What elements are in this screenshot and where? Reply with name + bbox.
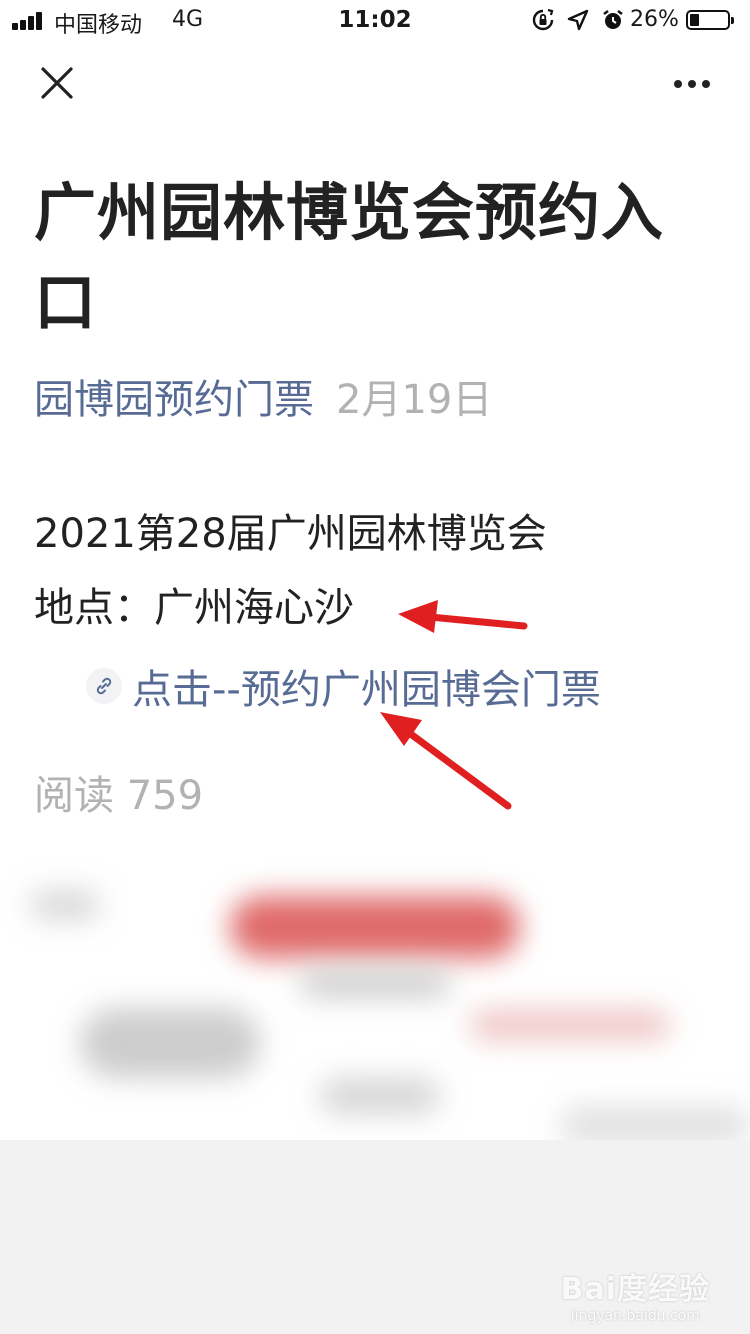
watermark-url: jingyan.baidu.com	[570, 1308, 700, 1324]
status-bar: 中国移动 4G 11:02 26%	[0, 0, 750, 40]
arrow-to-location	[398, 600, 528, 633]
link-icon	[86, 668, 122, 704]
watermark-logo: Bai度经验	[560, 1272, 710, 1307]
battery-icon	[686, 10, 734, 30]
battery-percent: 26%	[630, 7, 679, 32]
read-count: 阅读 759	[34, 773, 204, 819]
more-button[interactable]	[666, 66, 718, 102]
article-paragraph: 2021第28届广州园林博览会	[34, 511, 547, 557]
close-icon	[41, 67, 73, 99]
arrow-to-link	[380, 712, 512, 810]
article-title: 广州园林博览会预约入口	[34, 176, 665, 339]
status-icons	[519, 6, 625, 34]
watermark: Bai度经验 jingyan.baidu.com	[561, 1264, 710, 1324]
account-name-link[interactable]: 园博园预约门票	[34, 377, 314, 423]
close-button[interactable]	[36, 62, 78, 104]
booking-link[interactable]: 点击--预约广州园博会门票	[86, 658, 601, 714]
publish-date: 2月19日	[336, 377, 493, 423]
booking-link-text[interactable]: 点击--预约广州园博会门票	[132, 657, 601, 715]
location-icon	[567, 9, 589, 31]
location-paragraph: 地点：广州海心沙	[34, 585, 354, 631]
article-meta: 园博园预约门票 2月19日	[34, 372, 492, 428]
more-icon	[674, 80, 710, 88]
blurred-content	[0, 838, 750, 1148]
orientation-lock-icon	[532, 8, 554, 31]
battery-level	[690, 14, 699, 26]
alarm-icon	[603, 10, 623, 29]
